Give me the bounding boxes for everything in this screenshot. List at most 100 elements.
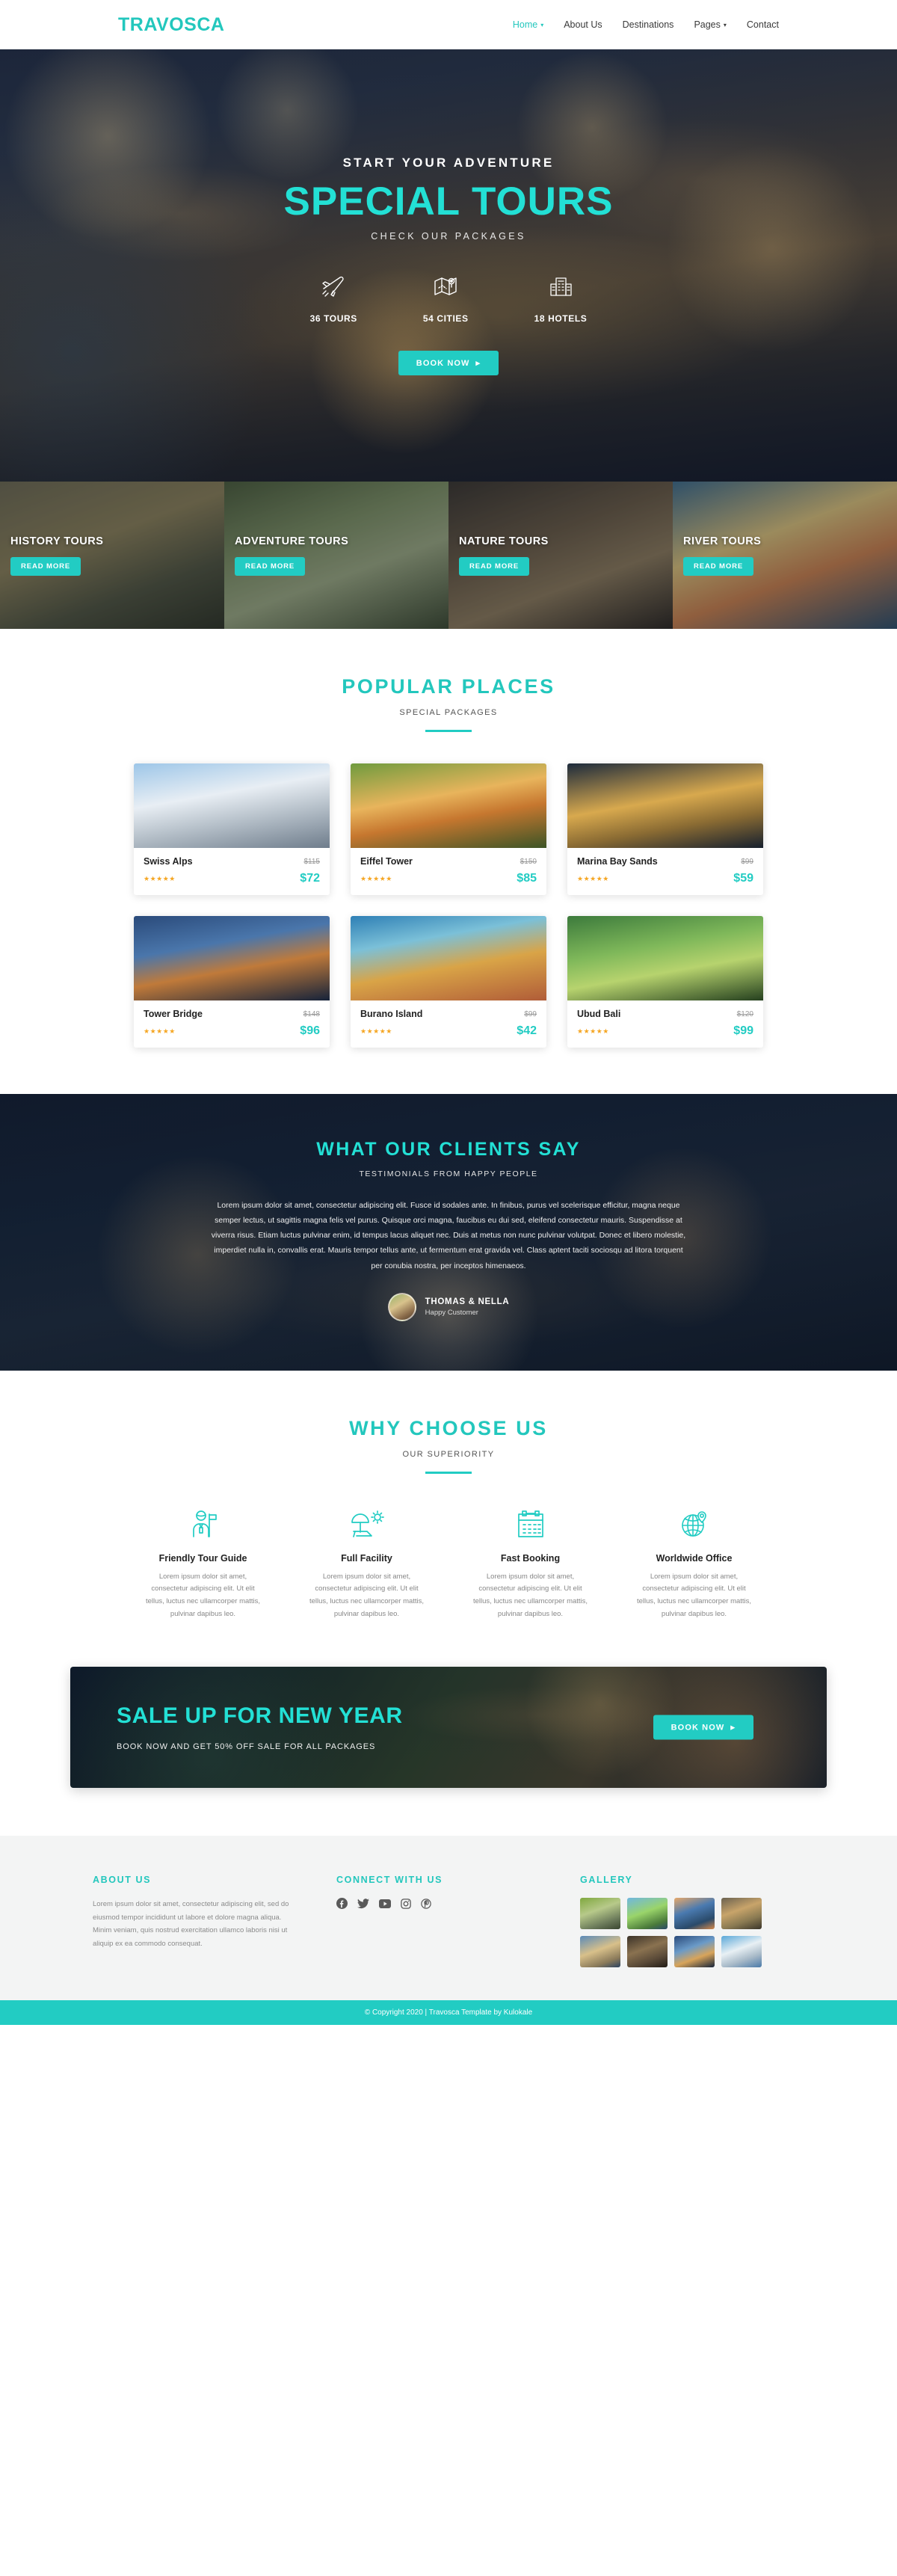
place-card[interactable]: Eiffel Tower $150 ★★★★★ $85	[351, 763, 546, 895]
feature-fast-booking: Fast Booking Lorem ipsum dolor sit amet,…	[458, 1505, 602, 1621]
sale-subtitle: BOOK NOW AND GET 50% OFF SALE FOR ALL PA…	[117, 1742, 376, 1752]
nav-label: Home	[512, 19, 538, 30]
facebook-icon[interactable]	[336, 1898, 348, 1913]
nav-item-contact[interactable]: Contact	[747, 19, 779, 30]
place-old-price: $150	[520, 857, 537, 866]
copyright-bar: © Copyright 2020 | Travosca Template by …	[0, 2000, 897, 2026]
place-image	[351, 763, 546, 848]
place-card-grid: Swiss Alps $115 ★★★★★ $72 Eiffel Tower $…	[0, 763, 897, 1048]
hotel-icon	[548, 267, 573, 304]
arrow-right-icon: ▸	[730, 1723, 736, 1733]
tour-guide-icon	[131, 1505, 275, 1543]
youtube-icon[interactable]	[379, 1899, 391, 1912]
feature-text: Lorem ipsum dolor sit amet, consectetur …	[472, 1572, 588, 1618]
read-more-button[interactable]: READ MORE	[683, 556, 754, 576]
gallery-thumb[interactable]	[580, 1898, 620, 1930]
gallery-thumb[interactable]	[674, 1898, 715, 1930]
feature-title: Fast Booking	[500, 1552, 561, 1564]
sale-title: SALE UP FOR NEW YEAR	[117, 1703, 403, 1729]
place-old-price: $148	[303, 1009, 320, 1018]
pinterest-icon[interactable]	[421, 1899, 431, 1913]
hero-book-now-button[interactable]: BOOK NOW ▸	[398, 351, 499, 375]
twitter-icon[interactable]	[357, 1899, 369, 1913]
nav-item-destinations[interactable]: Destinations	[623, 19, 674, 30]
sale-book-now-button[interactable]: BOOK NOW ▸	[653, 1715, 753, 1740]
place-card[interactable]: Marina Bay Sands $99 ★★★★★ $59	[567, 763, 763, 895]
stat-cities: 54 CITIES	[423, 267, 469, 324]
category-card-adventure[interactable]: ADVENTURE TOURS READ MORE	[224, 482, 449, 629]
read-more-button[interactable]: READ MORE	[10, 556, 81, 576]
hero-eyebrow: START YOUR ADVENTURE	[342, 156, 555, 170]
feature-title: Worldwide Office	[656, 1552, 733, 1564]
hero-subtitle: CHECK OUR PACKAGES	[371, 231, 526, 242]
place-card[interactable]: Burano Island $99 ★★★★★ $42	[351, 916, 546, 1048]
button-label: BOOK NOW	[671, 1723, 725, 1733]
beach-umbrella-icon	[295, 1505, 439, 1543]
nav-item-pages[interactable]: Pages ▾	[694, 19, 726, 30]
category-title: NATURE TOURS	[459, 535, 549, 547]
place-card[interactable]: Tower Bridge $148 ★★★★★ $96	[134, 916, 330, 1048]
category-title: ADVENTURE TOURS	[235, 535, 349, 547]
rating-stars: ★★★★★	[144, 1027, 176, 1035]
footer-about: ABOUT US Lorem ipsum dolor sit amet, con…	[93, 1875, 293, 1967]
plane-icon	[321, 267, 346, 304]
footer-connect: CONNECT WITH US	[336, 1875, 537, 1967]
read-more-button[interactable]: READ MORE	[235, 556, 306, 576]
place-price: $96	[300, 1024, 320, 1037]
author-role: Happy Customer	[425, 1308, 478, 1317]
nav-item-about-us[interactable]: About Us	[564, 19, 602, 30]
hero-title: SPECIAL TOURS	[283, 179, 614, 224]
place-name: Marina Bay Sands	[577, 856, 658, 867]
testimonial-subtitle: TESTIMONIALS FROM HAPPY PEOPLE	[359, 1169, 538, 1178]
divider	[425, 1471, 472, 1474]
place-name: Swiss Alps	[144, 856, 193, 867]
place-image	[567, 763, 763, 848]
testimonial-quote: Lorem ipsum dolor sit amet, consectetur …	[211, 1201, 686, 1270]
category-card-nature[interactable]: NATURE TOURS READ MORE	[449, 482, 673, 629]
feature-grid: Friendly Tour Guide Lorem ipsum dolor si…	[131, 1505, 766, 1621]
map-pin-icon	[433, 267, 458, 304]
category-card-river[interactable]: RIVER TOURS READ MORE	[673, 482, 897, 629]
category-card-history[interactable]: HISTORY TOURS READ MORE	[0, 482, 224, 629]
place-image	[351, 916, 546, 1000]
rating-stars: ★★★★★	[577, 874, 609, 882]
footer-about-text: Lorem ipsum dolor sit amet, consectetur …	[93, 1900, 289, 1948]
rating-stars: ★★★★★	[360, 874, 392, 882]
instagram-icon[interactable]	[401, 1899, 411, 1913]
place-name: Burano Island	[360, 1009, 423, 1019]
place-name: Tower Bridge	[144, 1009, 203, 1019]
place-old-price: $120	[736, 1009, 753, 1018]
gallery-thumb[interactable]	[627, 1936, 668, 1968]
rating-stars: ★★★★★	[577, 1027, 609, 1035]
stat-label: 18 HOTELS	[534, 313, 588, 324]
footer-connect-title: CONNECT WITH US	[336, 1875, 443, 1886]
social-links	[336, 1898, 537, 1913]
globe-pin-icon	[622, 1505, 766, 1543]
section-heading: POPULAR PLACES SPECIAL PACKAGES	[0, 675, 897, 732]
place-price: $59	[733, 872, 753, 885]
nav-item-home[interactable]: Home ▾	[513, 19, 543, 30]
tour-categories: HISTORY TOURS READ MORE ADVENTURE TOURS …	[0, 482, 897, 629]
author-name: THOMAS & NELLA	[425, 1297, 510, 1306]
feature-tour-guide: Friendly Tour Guide Lorem ipsum dolor si…	[131, 1505, 275, 1621]
gallery-thumb[interactable]	[674, 1936, 715, 1968]
gallery-thumb[interactable]	[580, 1936, 620, 1968]
gallery-thumb[interactable]	[627, 1898, 668, 1930]
avatar	[387, 1292, 416, 1321]
brand-logo[interactable]: TRAVOSCA	[118, 14, 224, 36]
testimonial-author: THOMAS & NELLA Happy Customer	[0, 1292, 897, 1321]
gallery-thumb[interactable]	[721, 1898, 762, 1930]
place-name: Eiffel Tower	[360, 856, 413, 867]
nav-label: Pages	[694, 19, 721, 30]
section-title: POPULAR PLACES	[342, 675, 555, 698]
gallery-thumb[interactable]	[721, 1936, 762, 1968]
place-card[interactable]: Swiss Alps $115 ★★★★★ $72	[134, 763, 330, 895]
hero-banner: START YOUR ADVENTURE SPECIAL TOURS CHECK…	[0, 49, 897, 482]
place-price: $42	[517, 1024, 537, 1037]
footer-gallery-title: GALLERY	[580, 1875, 633, 1886]
place-card[interactable]: Ubud Bali $120 ★★★★★ $99	[567, 916, 763, 1048]
section-subtitle: SPECIAL PACKAGES	[399, 708, 498, 717]
stat-tours: 36 TOURS	[310, 267, 357, 324]
read-more-button[interactable]: READ MORE	[459, 556, 530, 576]
place-name: Ubud Bali	[577, 1009, 621, 1019]
